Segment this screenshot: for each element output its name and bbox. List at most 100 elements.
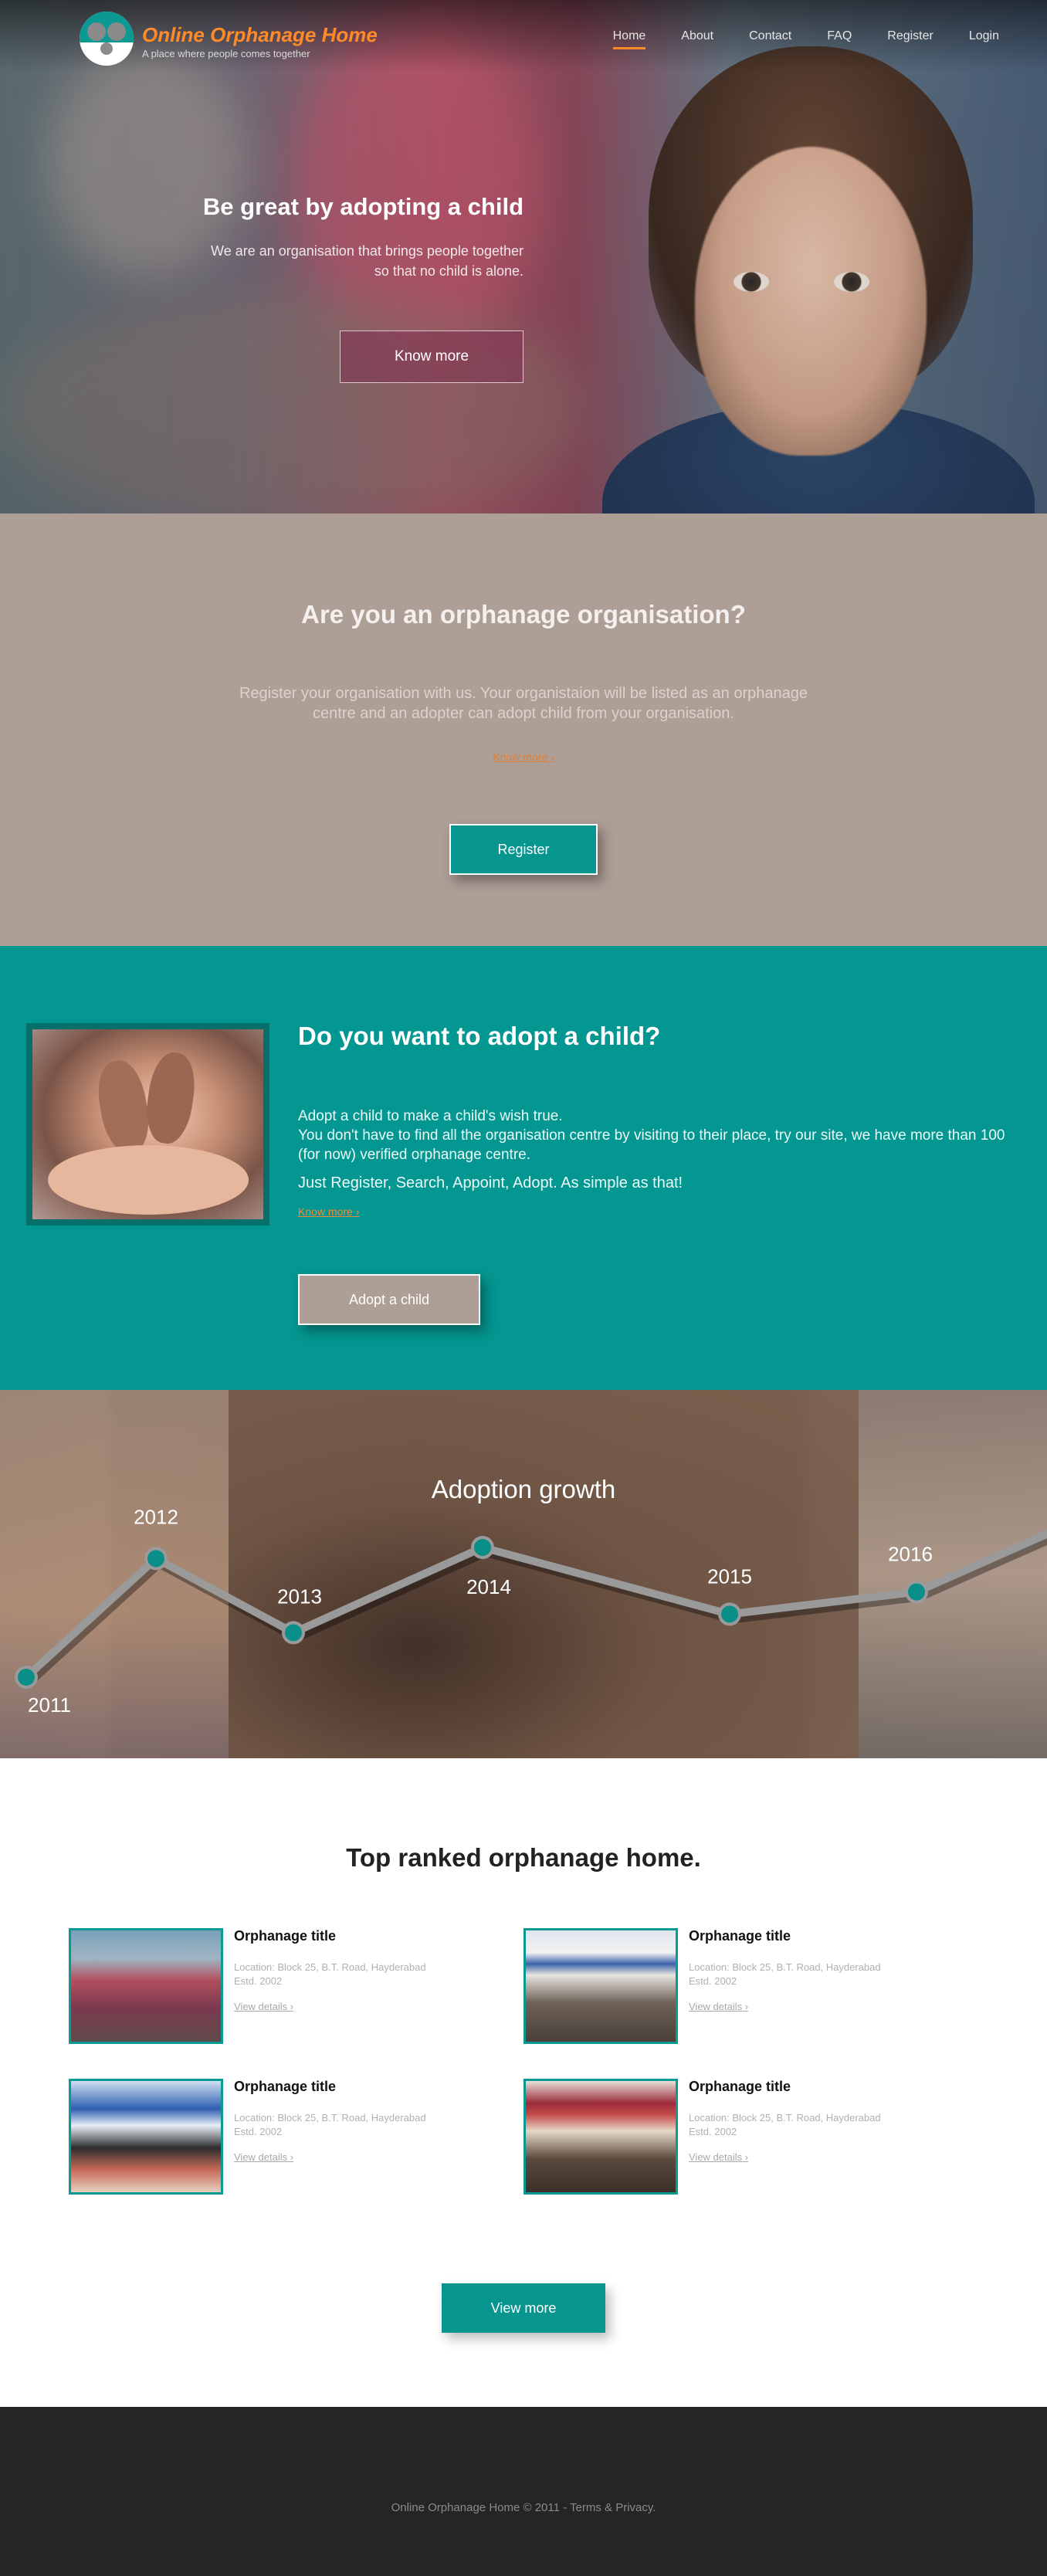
view-details-link[interactable]: View details › — [234, 2001, 293, 2012]
orphanage-photo — [526, 1930, 676, 2042]
chevron-right-icon: › — [744, 2151, 749, 2163]
growth-year-label: 2013 — [277, 1585, 322, 1608]
hero-section: Online Orphanage Home A place where peop… — [0, 0, 1047, 514]
register-button[interactable]: Register — [449, 824, 598, 875]
nav-register[interactable]: Register — [887, 29, 933, 49]
orphanage-title: Orphanage title — [234, 1928, 337, 1944]
growth-point[interactable] — [474, 1539, 491, 1556]
view-details-label: View details — [689, 2151, 743, 2163]
org-know-more-link[interactable]: Know more › — [0, 751, 1047, 763]
org-know-more-label: Know more — [493, 751, 548, 763]
orphanage-title: Orphanage title — [234, 2079, 337, 2094]
chevron-right-icon: › — [744, 2001, 749, 2012]
baby-foot — [93, 1056, 154, 1157]
orphanage-title: Orphanage title — [689, 2079, 791, 2094]
orphanage-photo — [526, 2081, 676, 2192]
growth-year-label: 2015 — [707, 1564, 752, 1588]
nav-contact[interactable]: Contact — [749, 29, 791, 49]
adopt-know-more-link[interactable]: Know more › — [298, 1205, 359, 1218]
adoption-growth-chart: 2011 2012 2013 2014 2015 2016 — [15, 1505, 1047, 1717]
orphanage-thumbnail[interactable] — [69, 1928, 223, 2044]
orphanage-address: Location: Block 25, B.T. Road, Hayderaba… — [234, 1961, 426, 1973]
top-ranked-section: Top ranked orphanage home. Orphanage tit… — [0, 1758, 1047, 2407]
chevron-right-icon: › — [290, 2151, 294, 2163]
view-details-link[interactable]: View details › — [689, 2001, 748, 2012]
hero-subtitle: We are an organisation that brings peopl… — [203, 241, 524, 281]
growth-point[interactable] — [18, 1669, 35, 1686]
growth-year-label: 2011 — [28, 1693, 71, 1717]
cupped-hands — [48, 1145, 249, 1215]
growth-year-label: 2014 — [466, 1575, 511, 1598]
orphanage-title: Orphanage title — [689, 1928, 791, 1944]
org-title: Are you an orphanage organisation? — [301, 600, 746, 629]
baby-feet-image-frame — [26, 1023, 269, 1225]
organisation-section: Are you an orphanage organisation? Regis… — [0, 514, 1047, 946]
baby-foot — [142, 1049, 199, 1147]
orphanage-thumbnail[interactable] — [69, 2079, 223, 2195]
orphanage-photo — [71, 2081, 221, 2192]
footer: Online Orphanage Home © 2011 - Terms & P… — [0, 2407, 1047, 2576]
chevron-right-icon: › — [551, 751, 554, 763]
adopt-title: Do you want to adopt a child? — [298, 1022, 661, 1050]
orphanage-thumbnail[interactable] — [524, 2079, 678, 2195]
nav-login[interactable]: Login — [969, 29, 999, 49]
orphanage-address: Location: Block 25, B.T. Road, Hayderaba… — [689, 2112, 881, 2124]
brand-tagline: A place where people comes together — [142, 48, 310, 59]
orphanage-location: Location: Block 25, B.T. Road, Hayderaba… — [689, 2111, 920, 2139]
nav-home[interactable]: Home — [612, 29, 645, 49]
orphanage-established: Estd. 2002 — [234, 2126, 283, 2137]
org-description-line: centre and an adopter can adopt child fr… — [313, 705, 734, 722]
growth-point[interactable] — [285, 1624, 302, 1642]
growth-point[interactable] — [721, 1605, 738, 1623]
adoption-growth-section: Adoption growth 2011 2012 2013 2014 2015 2016 — [0, 1390, 1047, 1758]
view-details-link[interactable]: View details › — [234, 2151, 293, 2163]
hero-overlay — [0, 0, 1047, 514]
orphanage-address: Location: Block 25, B.T. Road, Hayderaba… — [234, 2112, 426, 2124]
growth-year-label: 2016 — [888, 1543, 933, 1566]
growth-point[interactable] — [908, 1583, 925, 1601]
logo-child-icon — [100, 42, 113, 55]
orphanage-thumbnail[interactable] — [524, 1928, 678, 2044]
baby-feet-image — [32, 1029, 263, 1219]
logo-person-icon — [87, 22, 106, 41]
logo-person-icon — [107, 22, 126, 41]
view-details-label: View details — [234, 2001, 288, 2012]
orphanage-card: Orphanage title Location: Block 25, B.T.… — [524, 2079, 925, 2202]
view-details-label: View details — [689, 2001, 743, 2012]
top-navbar: Online Orphanage Home A place where peop… — [0, 0, 1047, 73]
nav-faq[interactable]: FAQ — [827, 29, 852, 49]
adopt-section: Do you want to adopt a child? Adopt a ch… — [0, 946, 1047, 1390]
brand-title[interactable]: Online Orphanage Home — [142, 23, 378, 47]
logo[interactable] — [80, 12, 134, 66]
org-description: Register your organisation with us. Your… — [0, 683, 1047, 724]
adopt-description-line: Adopt a child to make a child's wish tru… — [298, 1108, 563, 1124]
view-details-link[interactable]: View details › — [689, 2151, 748, 2163]
hero-subtitle-line: so that no child is alone. — [374, 263, 524, 279]
orphanage-photo — [71, 1930, 221, 2042]
orphanage-card: Orphanage title Location: Block 25, B.T.… — [69, 1928, 470, 2052]
adopt-steps: Just Register, Search, Appoint, Adopt. A… — [298, 1174, 683, 1191]
main-nav: Home About Contact FAQ Register Login — [578, 29, 999, 49]
orphanage-address: Location: Block 25, B.T. Road, Hayderaba… — [689, 1961, 881, 1973]
orphanage-location: Location: Block 25, B.T. Road, Hayderaba… — [234, 1961, 466, 1988]
adopt-description: Adopt a child to make a child's wish tru… — [298, 1107, 1008, 1164]
footer-text[interactable]: Online Orphanage Home © 2011 - Terms & P… — [0, 2501, 1047, 2514]
orphanage-established: Estd. 2002 — [234, 1975, 283, 1987]
nav-about[interactable]: About — [681, 29, 713, 49]
orphanage-card: Orphanage title Location: Block 25, B.T.… — [69, 2079, 470, 2202]
hero-subtitle-line: We are an organisation that brings peopl… — [211, 243, 524, 259]
adopt-know-more-label: Know more — [298, 1205, 353, 1218]
orphanage-location: Location: Block 25, B.T. Road, Hayderaba… — [234, 2111, 466, 2139]
adopt-description-line: You don't have to find all the organisat… — [298, 1127, 1005, 1163]
view-more-button[interactable]: View more — [442, 2283, 605, 2333]
orphanage-established: Estd. 2002 — [689, 1975, 737, 1987]
adopt-a-child-button[interactable]: Adopt a child — [298, 1274, 480, 1325]
know-more-button[interactable]: Know more — [340, 330, 524, 383]
top-ranked-title: Top ranked orphanage home. — [346, 1843, 701, 1872]
hero-text-block: Be great by adopting a child We are an o… — [203, 193, 524, 281]
org-description-line: Register your organisation with us. Your… — [239, 685, 808, 702]
chevron-right-icon: › — [290, 2001, 294, 2012]
growth-year-label: 2012 — [134, 1505, 178, 1528]
growth-point[interactable] — [147, 1550, 164, 1568]
chevron-right-icon: › — [355, 1205, 360, 1218]
